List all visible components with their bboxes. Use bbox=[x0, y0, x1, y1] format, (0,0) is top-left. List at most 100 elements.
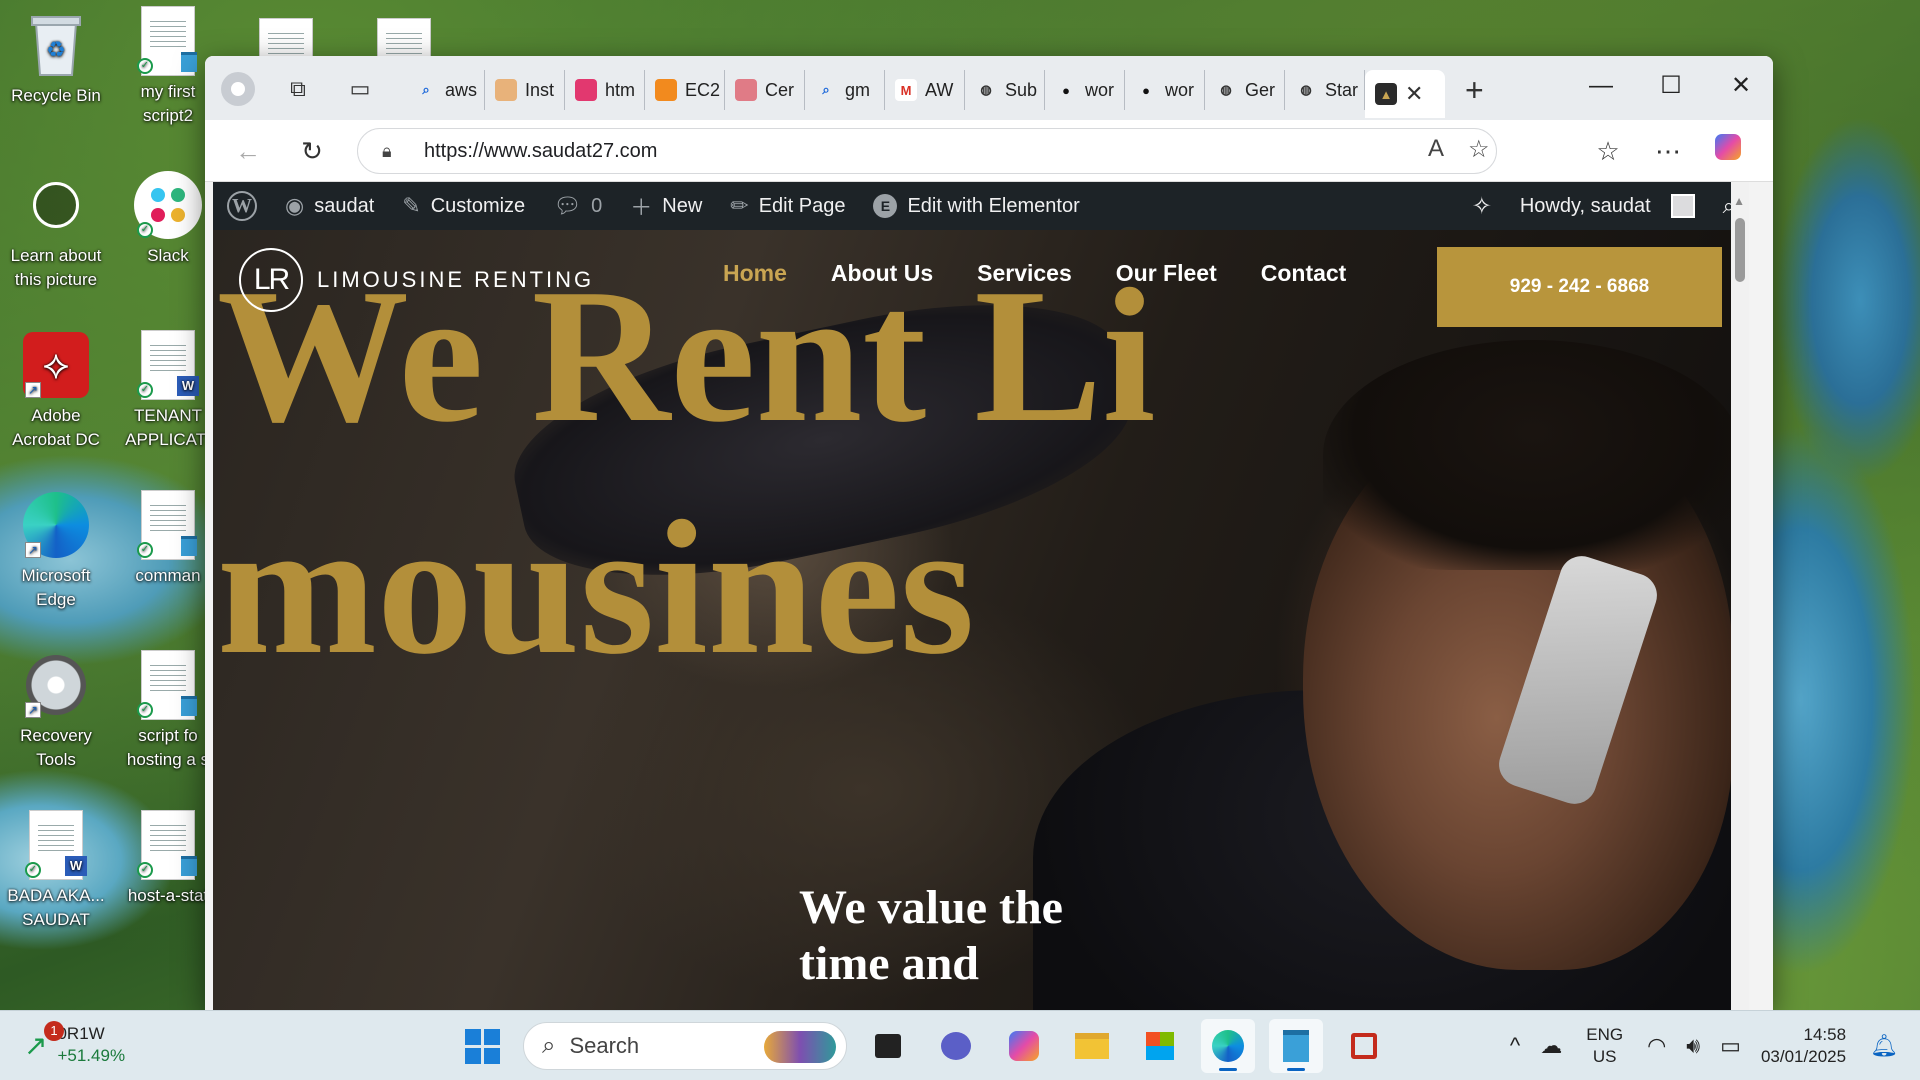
close-window-button[interactable]: ✕ bbox=[1721, 66, 1761, 106]
language-indicator[interactable]: ENG US bbox=[1586, 1024, 1623, 1068]
ec2-icon bbox=[655, 79, 677, 101]
nav-home[interactable]: Home bbox=[723, 260, 787, 287]
profile-button[interactable] bbox=[221, 72, 255, 106]
wifi-icon[interactable]: ◠ bbox=[1647, 1033, 1666, 1059]
scroll-up-arrow[interactable]: ▲ bbox=[1733, 194, 1745, 208]
more-options-icon[interactable]: ⋯ bbox=[1651, 134, 1685, 168]
browser-tab[interactable]: ◍ Ger bbox=[1205, 70, 1285, 110]
desktop-icon-adobe-acrobat[interactable]: ⟡ ↗ Adobe Acrobat DC bbox=[4, 330, 108, 452]
search-highlight-image bbox=[764, 1031, 836, 1063]
address-bar: ← ↻ 🔒︎ https://www.saudat27.com A ☆ ☆ ⋯ bbox=[205, 120, 1773, 182]
search-icon: ⌕ bbox=[415, 79, 437, 101]
copilot-icon[interactable] bbox=[1711, 134, 1745, 168]
store-icon[interactable] bbox=[1133, 1019, 1187, 1073]
desktop-icon-bada-aka-saudat[interactable]: ✓ W BADA AKA... SAUDAT bbox=[4, 810, 108, 932]
site-logo[interactable]: LR LIMOUSINE RENTING bbox=[239, 248, 594, 312]
stock-change: +51.49% bbox=[57, 1046, 126, 1065]
wp-customize-link[interactable]: ✎ Customize bbox=[388, 182, 539, 230]
tab-actions-icon[interactable]: ▭ bbox=[345, 74, 375, 104]
notification-badge: 1 bbox=[44, 1020, 64, 1041]
notepad-taskbar-icon[interactable] bbox=[1269, 1019, 1323, 1073]
nav-our-fleet[interactable]: Our Fleet bbox=[1116, 260, 1217, 287]
favorites-icon[interactable]: ☆ bbox=[1591, 134, 1625, 168]
scrollbar-thumb[interactable] bbox=[1735, 218, 1745, 282]
browser-tab[interactable]: ⌕ aws bbox=[405, 70, 485, 110]
desktop-icon-learn-about-picture[interactable]: Learn about this picture bbox=[4, 170, 108, 292]
new-tab-button[interactable]: + bbox=[1465, 70, 1484, 110]
github-icon: ● bbox=[1055, 79, 1077, 101]
clock-date: 03/01/2025 bbox=[1760, 1047, 1847, 1066]
browser-tab[interactable]: ⌕ gm bbox=[805, 70, 885, 110]
globe-icon: ◍ bbox=[1215, 79, 1237, 101]
taskbar: ↗ 1 0R1W +51.49% ⌕ Search ^ ☁ ENG US ◠ 🔊 bbox=[0, 1010, 1920, 1080]
favorite-star-icon[interactable]: ☆ bbox=[1468, 135, 1490, 164]
instance-icon bbox=[495, 79, 517, 101]
browser-tab[interactable]: EC2 bbox=[645, 70, 725, 110]
wp-comments-link[interactable]: 💬︎ 0 bbox=[539, 182, 616, 230]
page-scrollbar[interactable] bbox=[1731, 182, 1749, 1010]
back-button[interactable]: ← bbox=[231, 134, 265, 168]
refresh-button[interactable]: ↻ bbox=[295, 134, 329, 168]
desktop-icon-recovery-tools[interactable]: ↗ Recovery Tools bbox=[4, 650, 108, 772]
browser-tab[interactable]: Cer bbox=[725, 70, 805, 110]
site-favicon: ▲ bbox=[1375, 83, 1397, 105]
browser-tab[interactable]: ◍ Sub bbox=[965, 70, 1045, 110]
tab-bar: ⧉ ▭ ⌕ aws Inst htm EC2 Cer ⌕ gm M AW ◍ Sub ● wor ● wor ◍… bbox=[205, 56, 1773, 120]
nav-services[interactable]: Services bbox=[977, 260, 1072, 287]
browser-tab[interactable]: ◍ Star bbox=[1285, 70, 1365, 110]
phone-call-button[interactable]: 929 - 242 - 6868 bbox=[1437, 247, 1722, 327]
maximize-button[interactable]: ☐ bbox=[1651, 66, 1691, 106]
chat-app-icon[interactable] bbox=[929, 1019, 983, 1073]
logo-mark: LR bbox=[239, 248, 303, 312]
chevron-up-icon[interactable]: ^ bbox=[1510, 1033, 1520, 1059]
browser-tab[interactable]: ● wor bbox=[1045, 70, 1125, 110]
stock-widget[interactable]: ↗ 1 0R1W +51.49% bbox=[24, 1020, 126, 1067]
text-file-icon: ✓ bbox=[133, 810, 203, 880]
wp-elementor-link[interactable]: E Edit with Elementor bbox=[859, 182, 1093, 230]
wp-new-link[interactable]: ＋ New bbox=[616, 182, 716, 230]
notification-bell-icon[interactable]: 🔔︎ bbox=[1870, 1033, 1898, 1059]
globe-icon: ◍ bbox=[975, 79, 997, 101]
nav-about-us[interactable]: About Us bbox=[831, 260, 933, 287]
clock[interactable]: 14:58 03/01/2025 bbox=[1761, 1024, 1846, 1068]
close-tab-icon[interactable]: ✕ bbox=[1405, 81, 1423, 107]
pencil-icon: ✏︎ bbox=[730, 193, 749, 218]
start-button[interactable] bbox=[455, 1019, 509, 1073]
word-document-icon: ✓ W bbox=[21, 810, 91, 880]
browser-tab[interactable]: M AW bbox=[885, 70, 965, 110]
desktop-icon-microsoft-edge[interactable]: ↗ Microsoft Edge bbox=[4, 490, 108, 612]
read-aloud-icon[interactable]: A bbox=[1428, 135, 1444, 163]
browser-tab[interactable]: ● wor bbox=[1125, 70, 1205, 110]
url-field[interactable]: 🔒︎ https://www.saudat27.com A ☆ bbox=[357, 128, 1497, 174]
copilot-taskbar-icon[interactable] bbox=[997, 1019, 1051, 1073]
browser-tab[interactable]: htm bbox=[565, 70, 645, 110]
workspaces-icon[interactable]: ⧉ bbox=[283, 74, 313, 104]
wp-edit-page-link[interactable]: ✏︎ Edit Page bbox=[716, 182, 859, 230]
hero-photo-hair bbox=[1323, 340, 1743, 570]
volume-icon[interactable]: 🔊︎ bbox=[1686, 1033, 1700, 1059]
onedrive-icon[interactable]: ☁ bbox=[1540, 1033, 1562, 1059]
battery-icon[interactable]: ▭ bbox=[1720, 1033, 1741, 1059]
hero-section: We Rent Limousines LR LIMOUSINE RENTING … bbox=[213, 230, 1749, 1010]
snipping-tool-icon[interactable] bbox=[1337, 1019, 1391, 1073]
active-browser-tab[interactable]: ▲ ✕ bbox=[1365, 70, 1445, 118]
slack-icon: ✓ bbox=[133, 170, 203, 240]
wp-site-link[interactable]: ◉ saudat bbox=[271, 182, 388, 230]
desktop-icon-recycle-bin[interactable]: ♻ Recycle Bin bbox=[4, 10, 108, 108]
browser-tab[interactable]: Inst bbox=[485, 70, 565, 110]
wp-account-menu[interactable]: Howdy, saudat bbox=[1506, 182, 1709, 230]
file-explorer-icon[interactable] bbox=[1065, 1019, 1119, 1073]
wp-logo-button[interactable]: W bbox=[213, 182, 271, 230]
ai-sparkle-button[interactable]: ✧ bbox=[1458, 182, 1506, 230]
lock-icon: 🔒︎ bbox=[382, 140, 392, 161]
search-icon: ⌕ bbox=[815, 79, 837, 101]
minimize-button[interactable]: — bbox=[1581, 66, 1621, 106]
clock-time: 14:58 bbox=[1803, 1025, 1847, 1044]
task-view-icon[interactable] bbox=[861, 1019, 915, 1073]
taskbar-search[interactable]: ⌕ Search bbox=[523, 1022, 847, 1070]
edge-taskbar-icon[interactable] bbox=[1201, 1019, 1255, 1073]
dashboard-icon: ◉ bbox=[285, 193, 305, 218]
nav-contact[interactable]: Contact bbox=[1261, 260, 1347, 287]
github-icon: ● bbox=[1135, 79, 1157, 101]
elementor-icon: E bbox=[873, 194, 898, 218]
